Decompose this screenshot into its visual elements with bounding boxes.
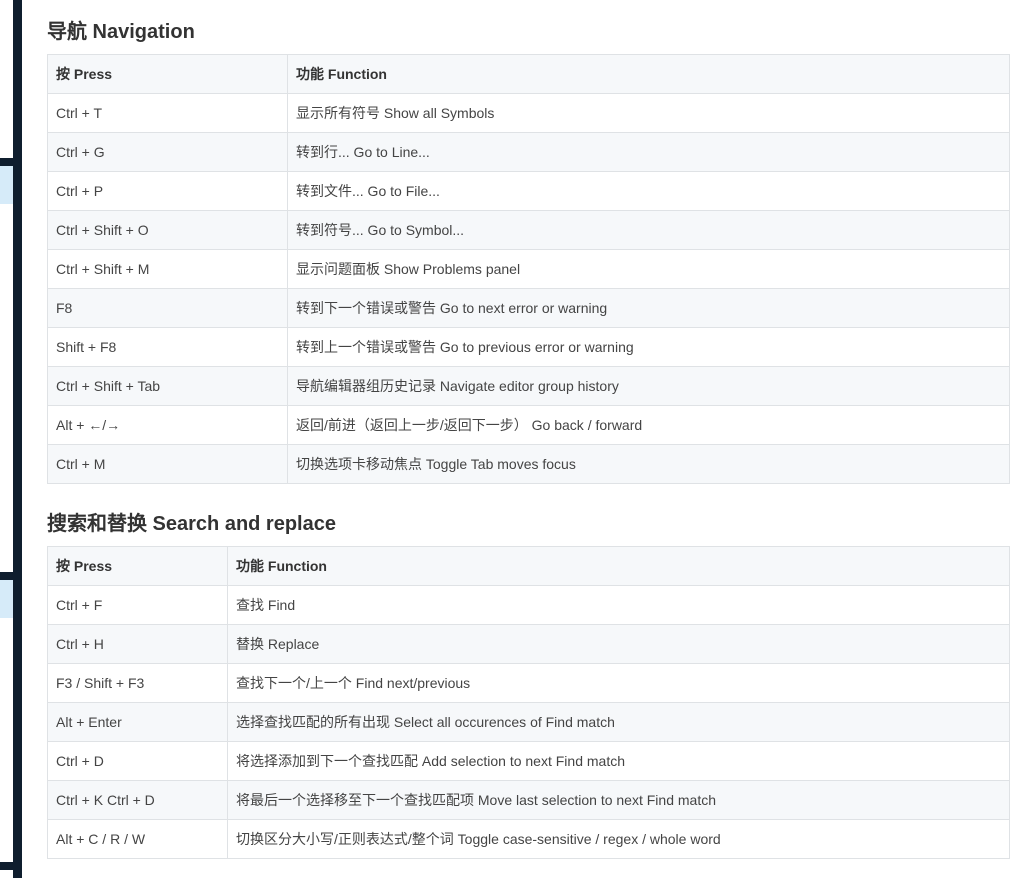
column-header-function: 功能 Function — [227, 546, 1010, 586]
column-header-press: 按 Press — [47, 546, 228, 586]
key-cell: Ctrl + P — [47, 171, 288, 211]
sidebar-divider — [0, 158, 14, 166]
function-cell: 转到文件... Go to File... — [287, 171, 1010, 211]
sidebar-border — [13, 0, 22, 878]
function-cell: 查找下一个/上一个 Find next/previous — [227, 663, 1010, 703]
function-cell: 显示问题面板 Show Problems panel — [287, 249, 1010, 289]
function-cell: 选择查找匹配的所有出现 Select all occurences of Fin… — [227, 702, 1010, 742]
table-row: Ctrl + T 显示所有符号 Show all Symbols — [47, 93, 1010, 133]
section-heading-search-replace: 搜索和替换 Search and replace — [47, 513, 336, 535]
function-cell: 转到符号... Go to Symbol... — [287, 210, 1010, 250]
shortcut-table-search-replace: 按 Press 功能 Function Ctrl + F 查找 Find Ctrl… — [47, 546, 1010, 859]
function-cell: 替换 Replace — [227, 624, 1010, 664]
column-header-press: 按 Press — [47, 54, 288, 94]
sidebar-active-item[interactable] — [0, 580, 13, 618]
function-cell: 将最后一个选择移至下一个查找匹配项 Move last selection to… — [227, 780, 1010, 820]
sidebar-divider — [0, 862, 14, 870]
key-cell: Shift + F8 — [47, 327, 288, 367]
key-cell: Ctrl + T — [47, 93, 288, 133]
key-cell: Ctrl + D — [47, 741, 228, 781]
key-cell: Alt + ←/→ — [47, 405, 288, 445]
shortcut-table-navigation: 按 Press 功能 Function Ctrl + T 显示所有符号 Show … — [47, 54, 1010, 484]
sidebar-divider — [0, 572, 14, 580]
key-cell: Ctrl + G — [47, 132, 288, 172]
function-cell: 转到上一个错误或警告 Go to previous error or warni… — [287, 327, 1010, 367]
table-row: F3 / Shift + F3 查找下一个/上一个 Find next/previ… — [47, 663, 1010, 703]
function-cell: 导航编辑器组历史记录 Navigate editor group history — [287, 366, 1010, 406]
function-cell: 将选择添加到下一个查找匹配 Add selection to next Find… — [227, 741, 1010, 781]
function-cell: 切换选项卡移动焦点 Toggle Tab moves focus — [287, 444, 1010, 484]
table-row: Ctrl + M 切换选项卡移动焦点 Toggle Tab moves focus — [47, 444, 1010, 484]
key-cell: F3 / Shift + F3 — [47, 663, 228, 703]
table-row: Ctrl + P 转到文件... Go to File... — [47, 171, 1010, 211]
function-cell: 显示所有符号 Show all Symbols — [287, 93, 1010, 133]
function-cell: 转到行... Go to Line... — [287, 132, 1010, 172]
key-cell: Ctrl + Shift + O — [47, 210, 288, 250]
key-cell: Ctrl + H — [47, 624, 228, 664]
table-row: Ctrl + G 转到行... Go to Line... — [47, 132, 1010, 172]
table-row: Ctrl + D 将选择添加到下一个查找匹配 Add selection to n… — [47, 741, 1010, 781]
key-cell: Ctrl + K Ctrl + D — [47, 780, 228, 820]
table-row: Alt + Enter 选择查找匹配的所有出现 Select all occure… — [47, 702, 1010, 742]
table-row: Ctrl + F 查找 Find — [47, 585, 1010, 625]
section-heading-navigation: 导航 Navigation — [47, 21, 195, 43]
column-header-function: 功能 Function — [287, 54, 1010, 94]
table-row: Ctrl + Shift + O 转到符号... Go to Symbol... — [47, 210, 1010, 250]
table-row: F8 转到下一个错误或警告 Go to next error or warning — [47, 288, 1010, 328]
key-cell: Ctrl + M — [47, 444, 288, 484]
sidebar-active-item[interactable] — [0, 166, 13, 204]
key-cell: Alt + Enter — [47, 702, 228, 742]
function-cell: 返回/前进（返回上一步/返回下一步） Go back / forward — [287, 405, 1010, 445]
table-row: Ctrl + K Ctrl + D 将最后一个选择移至下一个查找匹配项 Move … — [47, 780, 1010, 820]
key-cell: F8 — [47, 288, 288, 328]
function-cell: 查找 Find — [227, 585, 1010, 625]
left-sidebar-edge — [0, 0, 22, 878]
key-cell: Ctrl + F — [47, 585, 228, 625]
table-row: Alt + C / R / W 切换区分大小写/正则表达式/整个词 Toggle … — [47, 819, 1010, 859]
key-cell: Ctrl + Shift + M — [47, 249, 288, 289]
function-cell: 切换区分大小写/正则表达式/整个词 Toggle case-sensitive … — [227, 819, 1010, 859]
table-row: Shift + F8 转到上一个错误或警告 Go to previous erro… — [47, 327, 1010, 367]
function-cell: 转到下一个错误或警告 Go to next error or warning — [287, 288, 1010, 328]
key-cell: Alt + C / R / W — [47, 819, 228, 859]
table-row: Ctrl + Shift + M 显示问题面板 Show Problems pan… — [47, 249, 1010, 289]
key-cell: Ctrl + Shift + Tab — [47, 366, 288, 406]
main-content: 导航 Navigation 按 Press 功能 Function Ctrl +… — [47, 0, 1010, 859]
table-header-row: 按 Press 功能 Function — [47, 54, 1010, 94]
table-header-row: 按 Press 功能 Function — [47, 546, 1010, 586]
table-row: Ctrl + H 替换 Replace — [47, 624, 1010, 664]
table-row: Alt + ←/→ 返回/前进（返回上一步/返回下一步） Go back / fo… — [47, 405, 1010, 445]
table-row: Ctrl + Shift + Tab 导航编辑器组历史记录 Navigate ed… — [47, 366, 1010, 406]
